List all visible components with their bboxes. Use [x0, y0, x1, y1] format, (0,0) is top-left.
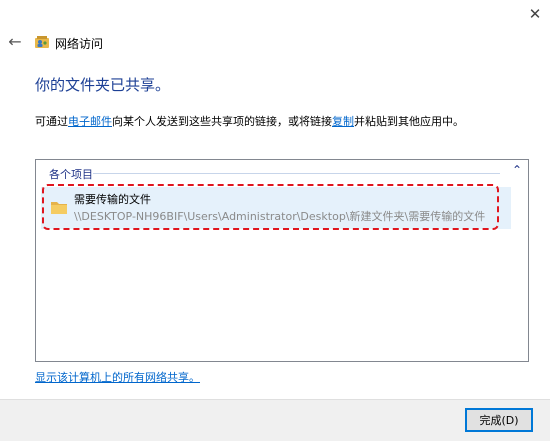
share-description: 可通过电子邮件向某个人发送到这些共享项的链接，或将链接复制并粘贴到其他应用中。 — [35, 113, 464, 129]
footer-bar: 完成(D) — [0, 399, 550, 441]
window-title: 网络访问 — [55, 37, 104, 51]
network-share-icon — [35, 36, 49, 48]
description-suffix: 并粘贴到其他应用中。 — [354, 115, 464, 128]
back-arrow-icon: ← — [8, 31, 22, 51]
copy-link[interactable]: 复制 — [332, 115, 354, 128]
highlight-annotation — [42, 184, 499, 230]
show-all-shares-link[interactable]: 显示该计算机上的所有网络共享。 — [35, 369, 200, 385]
description-middle: 向某个人发送到这些共享项的链接，或将链接 — [112, 115, 332, 128]
chevron-up-icon[interactable]: ⌃ — [512, 163, 522, 177]
close-button[interactable]: ✕ — [520, 0, 550, 28]
group-label: 各个项目 — [49, 168, 93, 181]
group-header[interactable]: 各个项目 ⌃ — [36, 160, 528, 182]
email-link[interactable]: 电子邮件 — [68, 115, 112, 128]
group-divider — [93, 173, 500, 174]
page-heading: 你的文件夹已共享。 — [35, 76, 171, 94]
back-button[interactable]: ← — [5, 31, 25, 51]
finish-button[interactable]: 完成(D) — [465, 408, 533, 432]
close-icon: ✕ — [528, 5, 542, 23]
description-prefix: 可通过 — [35, 115, 68, 128]
